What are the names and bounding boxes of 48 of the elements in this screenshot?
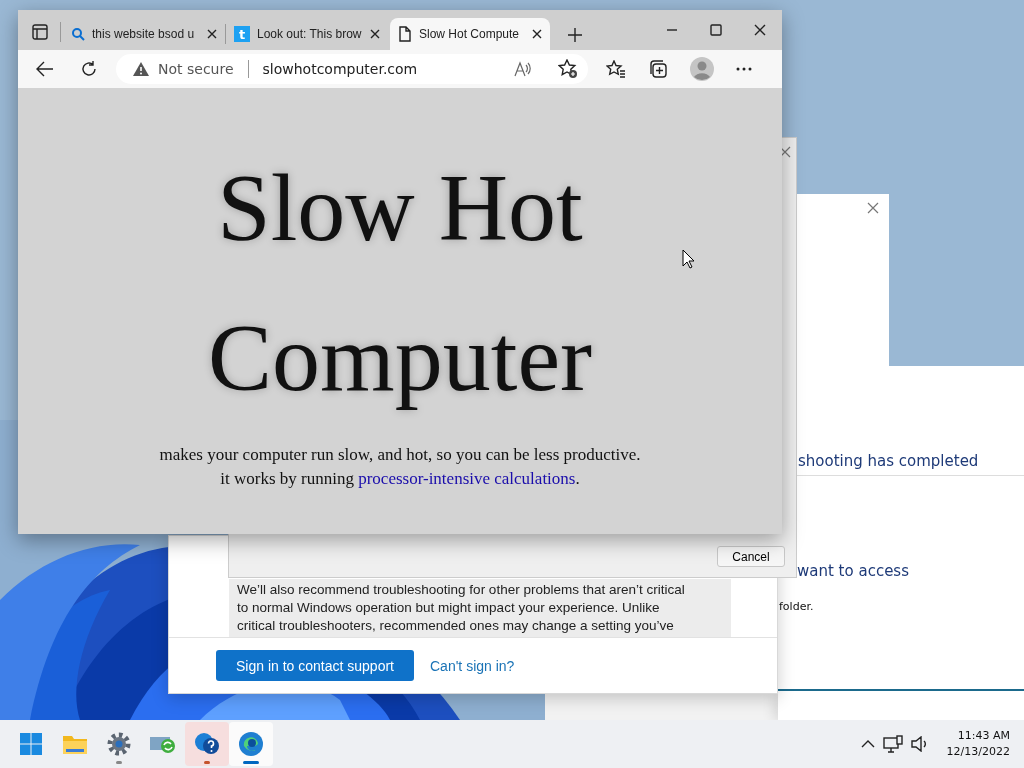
help-icon[interactable]: [193, 731, 221, 757]
more-icon[interactable]: [736, 67, 752, 71]
notice-text: folder.: [779, 600, 814, 613]
cursor-icon: [682, 249, 695, 269]
read-aloud-icon[interactable]: [514, 61, 532, 77]
browser-tab[interactable]: t Look out: This brow: [226, 18, 388, 50]
network-icon[interactable]: [882, 735, 903, 753]
tab-actions-icon[interactable]: [32, 24, 48, 40]
close-icon[interactable]: [370, 29, 380, 39]
description-text: We’ll also recommend troubleshooting for other problems that aren’t critical to normal Windows operation but might impact your experience. Unlike critical troubleshooters, recommended ones may change a setting you’ve: [229, 579, 731, 637]
back-icon[interactable]: [36, 61, 54, 77]
close-icon[interactable]: [207, 29, 217, 39]
search-icon[interactable]: [71, 27, 85, 41]
cancel-button[interactable]: Cancel: [717, 546, 785, 567]
close-icon[interactable]: [754, 24, 766, 36]
gear-icon[interactable]: [106, 731, 132, 757]
windows-icon[interactable]: [19, 732, 43, 756]
collections-icon[interactable]: [648, 59, 668, 79]
calculations-link[interactable]: processor-intensive calculations: [358, 469, 576, 488]
logo-icon: t: [234, 26, 250, 42]
page-icon[interactable]: [398, 26, 412, 42]
clock-time[interactable]: 11:43 AM: [957, 728, 1010, 744]
close-icon[interactable]: [532, 29, 542, 39]
cant-sign-in-link[interactable]: Can't sign in?: [430, 657, 515, 674]
warning-icon: [132, 61, 150, 77]
browser-tab[interactable]: Slow Hot Compute: [390, 18, 550, 50]
page-heading: Slow Hot Computer: [207, 153, 593, 413]
sign-in-button[interactable]: Sign in to contact support: [216, 650, 414, 681]
page-description: makes your computer run slow, and hot, so you can be less productive. it works by running processor-intensive calculations.: [159, 444, 641, 490]
folder-icon[interactable]: [62, 733, 88, 755]
maximize-icon[interactable]: [710, 24, 722, 36]
taskbar-button[interactable]: [185, 722, 229, 766]
browser-tab[interactable]: this website bsod u: [63, 18, 225, 50]
notice-heading: want to access: [797, 562, 909, 580]
refresh-icon[interactable]: [80, 60, 98, 78]
clock-date[interactable]: 12/13/2022: [946, 744, 1010, 760]
avatar-icon[interactable]: [690, 57, 714, 81]
new-tab-icon[interactable]: [568, 28, 582, 42]
volume-icon[interactable]: [910, 736, 929, 752]
status-heading: shooting has completed: [798, 452, 979, 470]
security-label: Not secure: [158, 61, 234, 77]
chevron-up-icon[interactable]: [860, 740, 875, 748]
add-favorite-icon[interactable]: [558, 59, 578, 79]
taskbar-button[interactable]: [229, 722, 273, 766]
address-bar[interactable]: Not secure slowhotcomputer.com: [116, 54, 588, 84]
url-text: slowhotcomputer.com: [262, 61, 419, 77]
edge-icon[interactable]: [238, 731, 264, 757]
favorites-icon[interactable]: [606, 60, 626, 78]
